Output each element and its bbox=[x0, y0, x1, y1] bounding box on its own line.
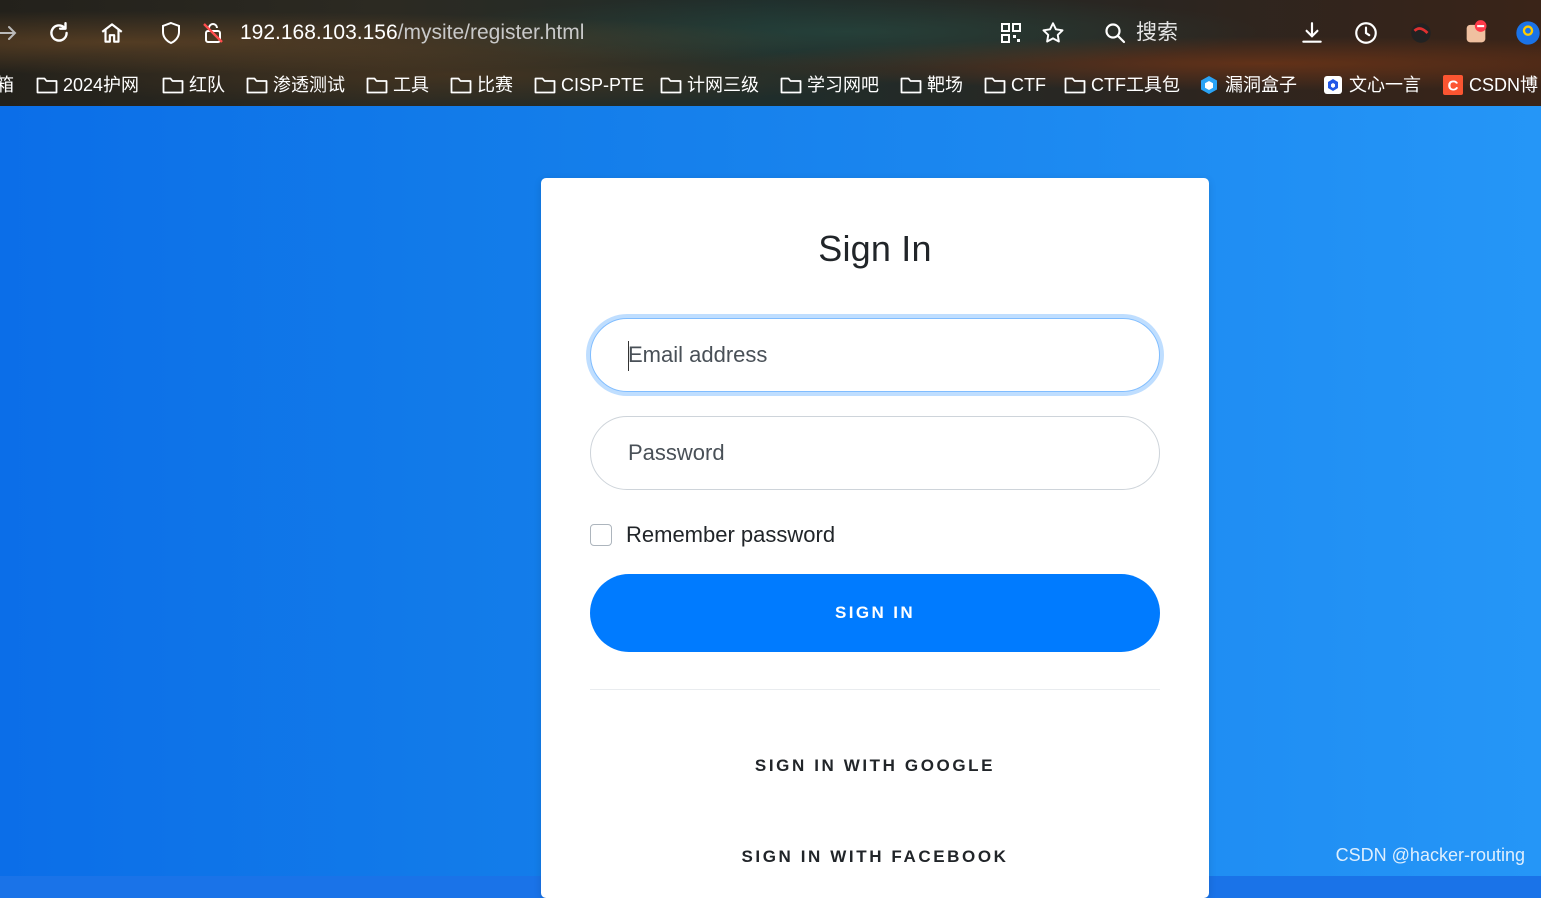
svg-text:C: C bbox=[1448, 78, 1459, 95]
home-icon[interactable] bbox=[98, 19, 126, 47]
bookmark-label: 漏洞盒子 bbox=[1225, 75, 1297, 95]
page-title: Sign In bbox=[818, 228, 932, 269]
insecure-lock-icon[interactable] bbox=[199, 19, 227, 47]
remember-password-label[interactable]: Remember password bbox=[626, 522, 835, 548]
bookmark-item[interactable]: 文心一言 bbox=[1322, 72, 1421, 98]
password-placeholder: Password bbox=[628, 440, 725, 465]
bookmark-label: 靶场 bbox=[927, 75, 963, 95]
bookmark-item[interactable]: 2024护网 bbox=[36, 72, 139, 98]
profile-avatar-icon[interactable] bbox=[1514, 19, 1541, 47]
url-path: /mysite/register.html bbox=[397, 21, 585, 44]
bookmark-label: CTF工具包 bbox=[1091, 75, 1180, 95]
bookmark-item[interactable]: 漏洞盒子 bbox=[1198, 72, 1297, 98]
folder-icon bbox=[450, 76, 472, 94]
bookmark-label: 箱 bbox=[0, 75, 14, 95]
search-label[interactable]: 搜索 bbox=[1136, 18, 1178, 48]
folder-icon bbox=[900, 76, 922, 94]
bookmark-label: 渗透测试 bbox=[273, 75, 345, 95]
bookmark-star-icon[interactable] bbox=[1039, 19, 1067, 47]
folder-icon bbox=[1064, 76, 1086, 94]
remember-password-checkbox[interactable] bbox=[590, 524, 612, 546]
email-placeholder: Email address bbox=[628, 342, 768, 367]
bookmark-item[interactable]: C CSDN博 bbox=[1442, 72, 1538, 98]
bookmark-item[interactable]: CTF工具包 bbox=[1064, 72, 1180, 98]
remember-password-row[interactable]: Remember password bbox=[590, 520, 835, 550]
text-cursor bbox=[628, 341, 629, 371]
bookmark-item[interactable]: 渗透测试 bbox=[246, 72, 345, 98]
bookmark-item[interactable]: 靶场 bbox=[900, 72, 963, 98]
sign-in-with-google-button[interactable]: SIGN IN WITH GOOGLE bbox=[590, 756, 1160, 776]
shield-icon[interactable] bbox=[157, 19, 185, 47]
bookmark-label: 红队 bbox=[189, 75, 225, 95]
sign-in-button[interactable]: SIGN IN bbox=[590, 574, 1160, 652]
bookmark-item[interactable]: 工具 bbox=[366, 72, 429, 98]
bookmark-label: CISP-PTE bbox=[561, 75, 645, 95]
csdn-watermark: CSDN @hacker-routing bbox=[1335, 845, 1525, 865]
folder-icon bbox=[162, 76, 184, 94]
forward-icon[interactable] bbox=[0, 19, 22, 47]
folder-icon bbox=[984, 76, 1006, 94]
bookmark-item[interactable]: 学习网吧 bbox=[780, 72, 879, 98]
browser-chrome: 192.168.103.156/mysite/register.html 搜索 … bbox=[0, 0, 1541, 106]
bookmark-item[interactable]: CISP-PTE bbox=[534, 72, 644, 98]
navigation-toolbar: 192.168.103.156/mysite/register.html 搜索 bbox=[0, 0, 1541, 66]
download-icon[interactable] bbox=[1298, 19, 1326, 47]
bookmark-label: 2024护网 bbox=[63, 75, 140, 95]
bookmark-label: 比赛 bbox=[477, 75, 513, 95]
bookmark-item[interactable]: 计网三级 bbox=[660, 72, 759, 98]
bookmark-label: CSDN博 bbox=[1469, 75, 1539, 95]
bookmark-label: 文心一言 bbox=[1349, 75, 1421, 95]
sign-in-card: Sign In Email address Password Remember … bbox=[541, 178, 1209, 898]
bookmark-item[interactable]: CTF bbox=[984, 72, 1046, 98]
bookmark-label: 计网三级 bbox=[687, 75, 759, 95]
page-background: Sign In Email address Password Remember … bbox=[0, 106, 1541, 898]
search-icon[interactable] bbox=[1101, 19, 1129, 47]
csdn-icon: C bbox=[1442, 75, 1464, 95]
bookmark-item[interactable]: 红队 bbox=[162, 72, 225, 98]
bookmarks-bar: 箱 2024护网 红队 渗透测试 工具 比赛 CISP-PTE 计网三级 学习网吧 靶场 CTF CT… bbox=[0, 66, 1541, 104]
folder-icon bbox=[366, 76, 388, 94]
blocked-extension-icon[interactable] bbox=[1462, 19, 1490, 47]
email-field[interactable]: Email address bbox=[590, 318, 1160, 392]
bookmark-label: CTF bbox=[1011, 75, 1046, 95]
qr-code-icon[interactable] bbox=[997, 19, 1025, 47]
bookmark-label: 学习网吧 bbox=[807, 75, 879, 95]
bookmark-label: 工具 bbox=[393, 75, 429, 95]
address-bar[interactable]: 192.168.103.156/mysite/register.html bbox=[240, 18, 584, 48]
folder-icon bbox=[660, 76, 682, 94]
history-clock-icon[interactable] bbox=[1352, 19, 1380, 47]
reload-icon[interactable] bbox=[45, 19, 73, 47]
divider bbox=[590, 689, 1160, 690]
extension-icon[interactable] bbox=[1407, 19, 1435, 47]
sign-in-with-facebook-button[interactable]: SIGN IN WITH FACEBOOK bbox=[590, 847, 1160, 867]
cube-site-icon bbox=[1322, 76, 1344, 94]
folder-icon bbox=[534, 76, 556, 94]
folder-icon bbox=[36, 76, 58, 94]
bookmark-item[interactable]: 比赛 bbox=[450, 72, 513, 98]
hexagon-site-icon bbox=[1198, 76, 1220, 94]
url-host: 192.168.103.156 bbox=[240, 21, 398, 44]
folder-icon bbox=[246, 76, 268, 94]
password-field[interactable]: Password bbox=[590, 416, 1160, 490]
bookmark-item[interactable]: 箱 bbox=[0, 72, 14, 98]
folder-icon bbox=[780, 76, 802, 94]
